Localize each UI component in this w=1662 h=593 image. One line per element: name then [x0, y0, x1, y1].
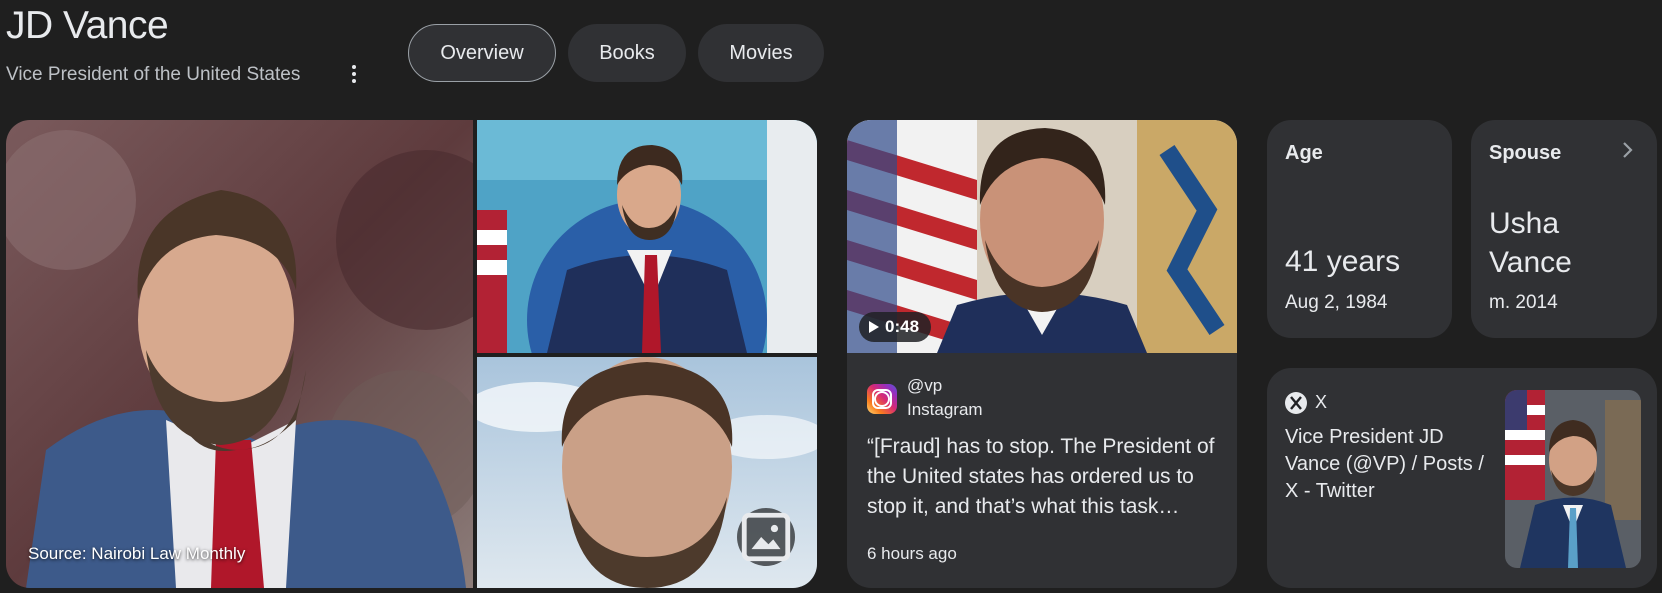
- birth-date: Aug 2, 1984: [1285, 292, 1388, 313]
- portrait-closeup-image[interactable]: [477, 357, 817, 588]
- post-quote: “[Fraud] has to stop. The President of t…: [867, 435, 1215, 518]
- age-label: Age: [1285, 142, 1323, 164]
- post-platform: Instagram: [907, 400, 983, 419]
- more-vert-icon[interactable]: [344, 62, 364, 86]
- x-profile-title[interactable]: Vice President JD Vance (@VP) / Posts / …: [1285, 424, 1493, 505]
- image-source-label: Source: Nairobi Law Monthly: [28, 544, 246, 563]
- page-subtitle: Vice President of the United States: [6, 64, 301, 85]
- age-fact-card[interactable]: Age 41 years Aug 2, 1984: [1267, 120, 1452, 338]
- page-title: JD Vance: [6, 4, 169, 47]
- age-value: 41 years: [1285, 245, 1401, 278]
- marriage-year: m. 2014: [1489, 292, 1558, 313]
- main-portrait-image[interactable]: Source: Nairobi Law Monthly: [6, 120, 473, 588]
- instagram-post-card[interactable]: 0:48 @vp Instagram “[Fraud] has to stop.…: [847, 120, 1237, 588]
- post-handle: @vp: [907, 376, 943, 395]
- x-network-name: X: [1315, 392, 1328, 412]
- post-timestamp: 6 hours ago: [867, 544, 957, 563]
- tab-overview[interactable]: Overview: [408, 24, 556, 82]
- press-briefing-image[interactable]: [477, 120, 817, 353]
- video-duration: 0:48: [885, 317, 920, 336]
- image-icon[interactable]: [737, 508, 795, 566]
- tab-movies[interactable]: Movies: [698, 24, 824, 82]
- spouse-label: Spouse: [1489, 142, 1562, 164]
- spouse-name-line2: Vance: [1489, 246, 1572, 279]
- play-icon: [869, 321, 879, 333]
- x-profile-thumbnail[interactable]: [1505, 390, 1641, 568]
- spouse-fact-card[interactable]: Spouse Usha Vance m. 2014: [1471, 120, 1657, 338]
- x-logo-icon: [1285, 392, 1307, 414]
- tab-books[interactable]: Books: [568, 24, 686, 82]
- chevron-right-icon[interactable]: [1617, 140, 1637, 160]
- instagram-icon: [867, 384, 897, 414]
- spouse-name-line1: Usha: [1489, 207, 1560, 240]
- video-duration-badge: 0:48: [859, 312, 932, 342]
- x-profile-card[interactable]: X Vice President JD Vance (@VP) / Posts …: [1267, 368, 1657, 588]
